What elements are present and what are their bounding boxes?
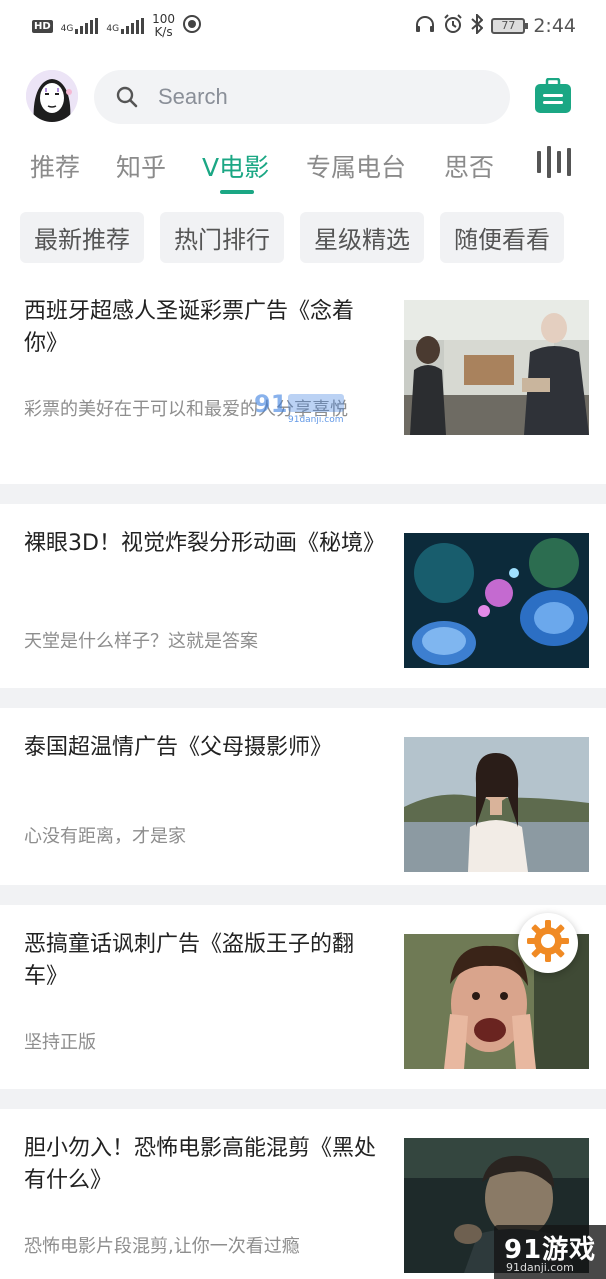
- article-feed: 西班牙超感人圣诞彩票广告《念着你》 彩票的美好在于可以和最爱的人分享喜悦 裸眼3…: [0, 280, 606, 1279]
- tab-menu-icon[interactable]: [537, 146, 571, 178]
- app-notification-icon: [182, 15, 201, 37]
- status-left: HD 4G 4G 100 K/s: [32, 13, 201, 39]
- chip-random[interactable]: 随便看看: [440, 212, 564, 263]
- search-icon: [116, 86, 138, 108]
- search-bar[interactable]: Search: [94, 70, 510, 124]
- signal-icon: [75, 18, 99, 34]
- tab-radio[interactable]: 专属电台: [306, 148, 406, 184]
- list-item[interactable]: 西班牙超感人圣诞彩票广告《念着你》 彩票的美好在于可以和最爱的人分享喜悦: [0, 280, 606, 484]
- active-tab-indicator: [220, 190, 254, 194]
- article-thumbnail: [404, 300, 589, 435]
- list-item[interactable]: 裸眼3D！视觉炸裂分形动画《秘境》 天堂是什么样子？这就是答案: [0, 504, 606, 688]
- article-title: 胆小勿入！恐怖电影高能混剪《黑处有什么》: [24, 1136, 377, 1193]
- article-title: 泰国超温情广告《父母摄影师》: [24, 735, 333, 760]
- tab-zhihu[interactable]: 知乎: [116, 148, 166, 184]
- watermark-badge: 91游戏 91danji.com: [494, 1225, 606, 1279]
- watermark-logo: 91 91danji.com: [252, 388, 348, 428]
- inbox-icon[interactable]: [534, 77, 572, 114]
- search-placeholder: Search: [158, 84, 228, 109]
- bluetooth-icon: [471, 12, 484, 39]
- tab-vmovie[interactable]: V电影: [202, 148, 269, 184]
- filter-chips: 最新推荐 热门排行 星级精选 随便看看: [20, 212, 564, 264]
- watermark-url: 91danji.com: [506, 1261, 574, 1274]
- gear-icon: [526, 919, 570, 967]
- avatar[interactable]: [26, 70, 78, 122]
- article-thumbnail: [404, 533, 589, 668]
- sim-signal-2: 4G: [106, 18, 145, 34]
- watermark-site: 91danji.com: [288, 415, 344, 425]
- chip-starred[interactable]: 星级精选: [300, 212, 424, 263]
- speed-unit: K/s: [154, 25, 173, 39]
- article-title: 恶搞童话讽刺广告《盗版王子的翻车》: [24, 932, 355, 989]
- article-subtitle: 心没有距离，才是家: [24, 826, 186, 847]
- network-type-1: 4G: [60, 24, 74, 34]
- alarm-icon: [443, 13, 463, 39]
- network-speed: 100 K/s: [152, 13, 175, 39]
- divider: [0, 484, 606, 504]
- article-thumbnail: [404, 737, 589, 872]
- status-bar: HD 4G 4G 100 K/s 77 2:44: [0, 0, 606, 52]
- list-item[interactable]: 恶搞童话讽刺广告《盗版王子的翻车》 坚持正版: [0, 905, 606, 1089]
- divider: [0, 1089, 606, 1109]
- article-title: 西班牙超感人圣诞彩票广告《念着你》: [24, 299, 355, 356]
- svg-text:91: 91: [254, 390, 287, 418]
- settings-button[interactable]: [518, 913, 578, 973]
- article-title: 裸眼3D！视觉炸裂分形动画《秘境》: [24, 531, 385, 556]
- hd-badge: HD: [32, 19, 53, 33]
- battery-icon: 77: [491, 18, 529, 34]
- tab-sifou[interactable]: 思否: [444, 148, 494, 184]
- sim-signal-1: 4G: [61, 18, 99, 34]
- list-item[interactable]: 泰国超温情广告《父母摄影师》 心没有距离，才是家: [0, 708, 606, 885]
- tab-recommend[interactable]: 推荐: [30, 148, 80, 184]
- article-subtitle: 坚持正版: [24, 1032, 96, 1053]
- chip-latest[interactable]: 最新推荐: [20, 212, 144, 263]
- header: Search: [0, 68, 606, 126]
- status-right: 77 2:44: [415, 12, 576, 39]
- article-subtitle: 天堂是什么样子？这就是答案: [24, 631, 258, 652]
- signal-icon: [121, 18, 145, 34]
- article-subtitle: 恐怖电影片段混剪,让你一次看过瘾: [24, 1236, 300, 1257]
- divider: [0, 885, 606, 905]
- chip-hot[interactable]: 热门排行: [160, 212, 284, 263]
- network-type-2: 4G: [106, 24, 120, 34]
- clock: 2:44: [533, 15, 576, 37]
- divider: [0, 688, 606, 708]
- headphones-icon: [415, 15, 435, 38]
- category-tabs: 推荐 知乎 V电影 专属电台 思否: [0, 140, 606, 196]
